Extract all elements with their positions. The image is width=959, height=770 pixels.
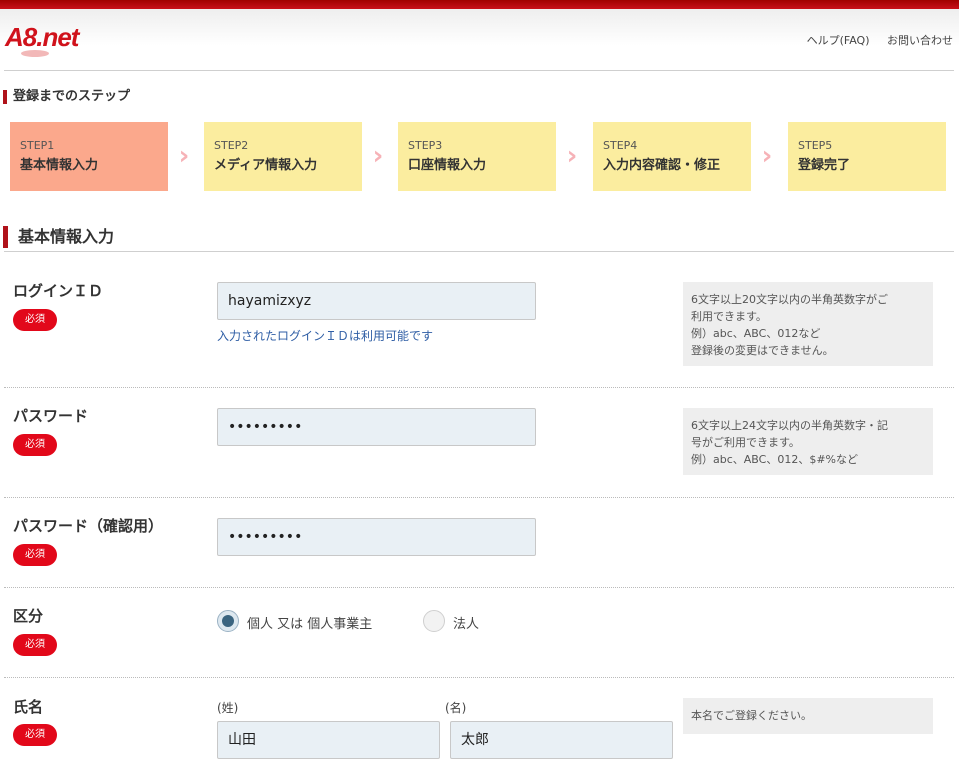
step-5: STEP5 登録完了 [788, 122, 946, 191]
header-links: ヘルプ(FAQ) お問い合わせ [793, 32, 953, 48]
login-id-help: 6文字以上20文字以内の半角英数字がご 利用できます。 例）abc、ABC、01… [683, 282, 933, 366]
required-badge: 必須 [13, 544, 57, 566]
contact-link[interactable]: お問い合わせ [887, 34, 953, 47]
logo-swoosh-icon [21, 50, 49, 57]
individual-radio-label[interactable]: 個人 又は 個人事業主 [247, 613, 372, 632]
help-line: 6文字以上24文字以内の半角英数字・記 [691, 419, 888, 432]
name-help: 本名でご登録ください。 [683, 698, 933, 734]
section-title: 基本情報入力 [3, 226, 114, 248]
row-divider [4, 497, 954, 498]
logo-text: A8.net [5, 22, 79, 52]
step-name: メディア情報入力 [214, 158, 318, 173]
corporation-radio[interactable] [423, 610, 445, 632]
step-3: STEP3 口座情報入力 [398, 122, 556, 191]
help-faq-link[interactable]: ヘルプ(FAQ) [807, 34, 870, 47]
first-name-input[interactable]: 太郎 [450, 721, 673, 759]
chevron-right-icon: › [372, 141, 384, 171]
help-line: 利用できます。 [691, 310, 767, 323]
step-number: STEP1 [20, 139, 55, 152]
required-badge: 必須 [13, 634, 57, 656]
step-number: STEP2 [214, 139, 249, 152]
chevron-right-icon: › [566, 141, 578, 171]
a8net-logo[interactable]: A8.net [5, 22, 87, 58]
password-help: 6文字以上24文字以内の半角英数字・記 号がご利用できます。 例）abc、ABC… [683, 408, 933, 475]
password-confirm-label: パスワード（確認用） [13, 517, 164, 535]
password-label: パスワード [13, 407, 89, 425]
step-2: STEP2 メディア情報入力 [204, 122, 362, 191]
category-label: 区分 [13, 607, 44, 625]
password-input[interactable]: ••••••••• [217, 408, 536, 446]
login-id-status: 入力されたログインＩＤは利用可能です [217, 329, 434, 343]
step-name: 登録完了 [798, 158, 851, 173]
step-name: 基本情報入力 [20, 158, 99, 173]
login-id-label: ログインＩＤ [13, 282, 104, 300]
login-id-input[interactable]: hayamizxyz [217, 282, 536, 320]
required-badge: 必須 [13, 724, 57, 746]
step-4: STEP4 入力内容確認・修正 [593, 122, 751, 191]
section-divider [4, 251, 954, 252]
step-number: STEP4 [603, 139, 638, 152]
row-divider [4, 387, 954, 388]
corporation-radio-label[interactable]: 法人 [453, 613, 479, 632]
header-divider [4, 70, 954, 71]
top-brand-bar [0, 0, 959, 9]
first-name-sublabel: (名) [445, 701, 467, 715]
last-name-input[interactable]: 山田 [217, 721, 440, 759]
steps-title: 登録までのステップ [3, 90, 130, 104]
help-line: 登録後の変更はできません。 [691, 344, 834, 357]
row-divider [4, 677, 954, 678]
help-line: 号がご利用できます。 [691, 436, 800, 449]
name-label: 氏名 [13, 698, 44, 716]
step-number: STEP5 [798, 139, 833, 152]
individual-radio[interactable] [217, 610, 239, 632]
step-1: STEP1 基本情報入力 [10, 122, 168, 191]
required-badge: 必須 [13, 309, 57, 331]
help-line: 例）abc、ABC、012など [691, 327, 821, 340]
step-name: 入力内容確認・修正 [603, 158, 721, 173]
chevron-right-icon: › [761, 141, 773, 171]
help-line: 例）abc、ABC、012、$#%など [691, 453, 858, 466]
last-name-sublabel: (姓) [217, 701, 239, 715]
help-line: 6文字以上20文字以内の半角英数字がご [691, 293, 888, 306]
required-badge: 必須 [13, 434, 57, 456]
step-number: STEP3 [408, 139, 443, 152]
password-confirm-input[interactable]: ••••••••• [217, 518, 536, 556]
step-name: 口座情報入力 [408, 158, 487, 173]
chevron-right-icon: › [178, 141, 190, 171]
row-divider [4, 587, 954, 588]
